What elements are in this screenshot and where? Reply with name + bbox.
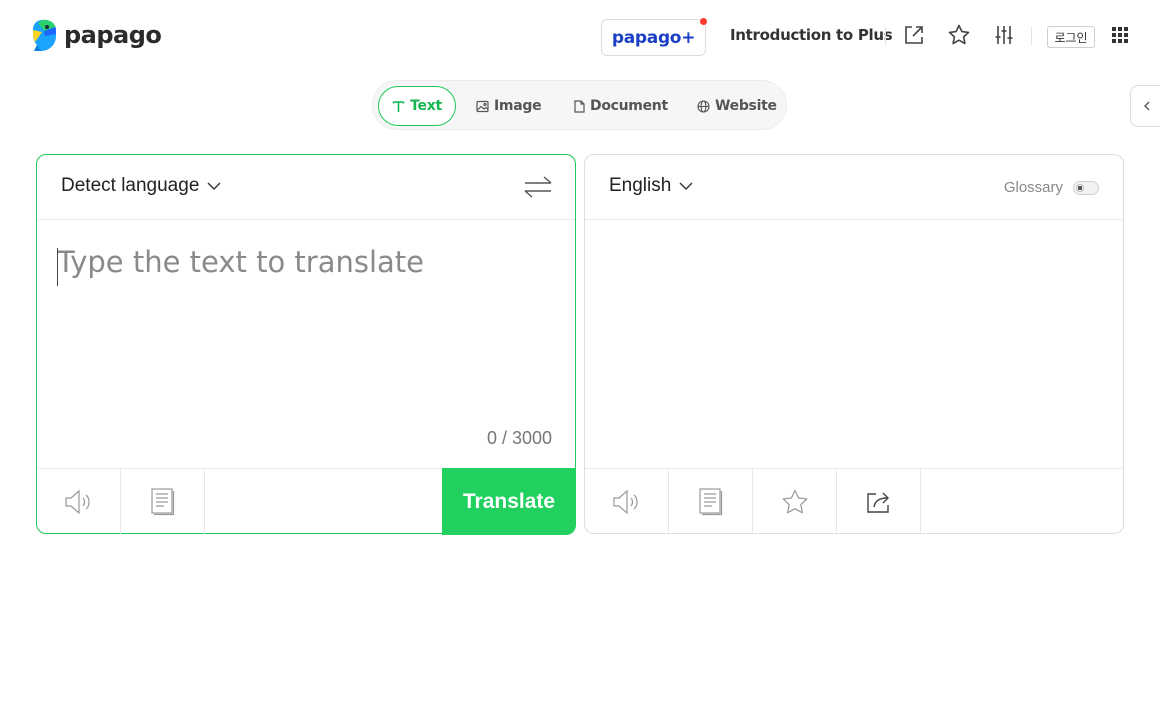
tab-label: Document [590, 98, 668, 114]
target-language-select[interactable]: English [609, 175, 693, 197]
character-count: 0 / 3000 [486, 428, 552, 448]
toggle-knob [1076, 183, 1084, 192]
translation-output [585, 221, 1123, 467]
tab-text[interactable]: Text [378, 86, 456, 126]
chevron-left-icon [1144, 101, 1150, 111]
target-panel: English Glossary [584, 154, 1124, 534]
source-language-label: Detect language [61, 175, 200, 196]
settings-sliders-icon[interactable] [991, 22, 1017, 48]
text-cursor [57, 248, 58, 286]
glossary-label: Glossary [1003, 179, 1063, 196]
translate-button[interactable]: Translate [442, 468, 576, 535]
top-header: papago papago+ Introduction to Plus 로그인 [0, 0, 1160, 72]
glossary-control: Glossary [1004, 179, 1099, 196]
papago-bird-icon [33, 19, 56, 51]
glossary-toggle[interactable] [1073, 180, 1099, 195]
speaker-icon [612, 489, 638, 514]
image-icon [476, 100, 489, 112]
translation-mode-tabs: Text Image Document Website [372, 80, 787, 130]
copy-source-button[interactable] [121, 469, 205, 534]
share-translation-button[interactable] [837, 469, 921, 534]
source-language-select[interactable]: Detect language [61, 175, 221, 197]
header-divider [1031, 27, 1032, 45]
listen-source-button[interactable] [37, 469, 121, 534]
brand-name: papago [64, 21, 162, 49]
star-icon[interactable] [946, 22, 972, 48]
copy-icon [150, 487, 174, 515]
text-icon [392, 100, 405, 112]
target-language-label: English [609, 175, 672, 196]
target-panel-header: English Glossary [585, 155, 1123, 220]
target-panel-footer [585, 468, 1123, 534]
source-panel-header: Detect language [37, 155, 575, 220]
apps-grid-icon[interactable] [1107, 22, 1133, 48]
favorite-translation-button[interactable] [753, 469, 837, 534]
tab-website[interactable]: Website [693, 86, 781, 126]
introduction-to-plus-link[interactable]: Introduction to Plus [730, 26, 893, 44]
share-icon [866, 492, 889, 513]
document-icon [574, 99, 585, 113]
star-icon [782, 489, 807, 513]
speaker-icon [64, 489, 90, 514]
tab-image[interactable]: Image [472, 86, 545, 126]
external-link-icon[interactable] [901, 22, 927, 48]
side-panel-toggle[interactable] [1130, 85, 1160, 127]
source-panel-footer: Translate [37, 468, 576, 535]
tab-label: Website [715, 98, 777, 114]
chevron-down-icon [207, 182, 221, 190]
papago-plus-label: papago+ [611, 27, 696, 48]
listen-translation-button[interactable] [585, 469, 669, 534]
source-text-input[interactable] [57, 245, 557, 385]
globe-icon [697, 99, 710, 113]
papago-logo[interactable]: papago [32, 18, 162, 52]
chevron-down-icon [679, 182, 693, 190]
header-divider [885, 27, 886, 45]
tab-label: Image [494, 98, 542, 114]
login-button[interactable]: 로그인 [1047, 26, 1095, 48]
tab-document[interactable]: Document [570, 86, 672, 126]
tab-label: Text [410, 98, 442, 114]
copy-translation-button[interactable] [669, 469, 753, 534]
swap-arrows-icon [524, 176, 552, 198]
notification-dot [700, 18, 707, 25]
papago-plus-button[interactable]: papago+ [601, 18, 707, 56]
source-panel: Detect language 0 / 3000 [36, 154, 576, 535]
swap-languages-button[interactable] [523, 173, 553, 201]
copy-icon [698, 487, 722, 515]
